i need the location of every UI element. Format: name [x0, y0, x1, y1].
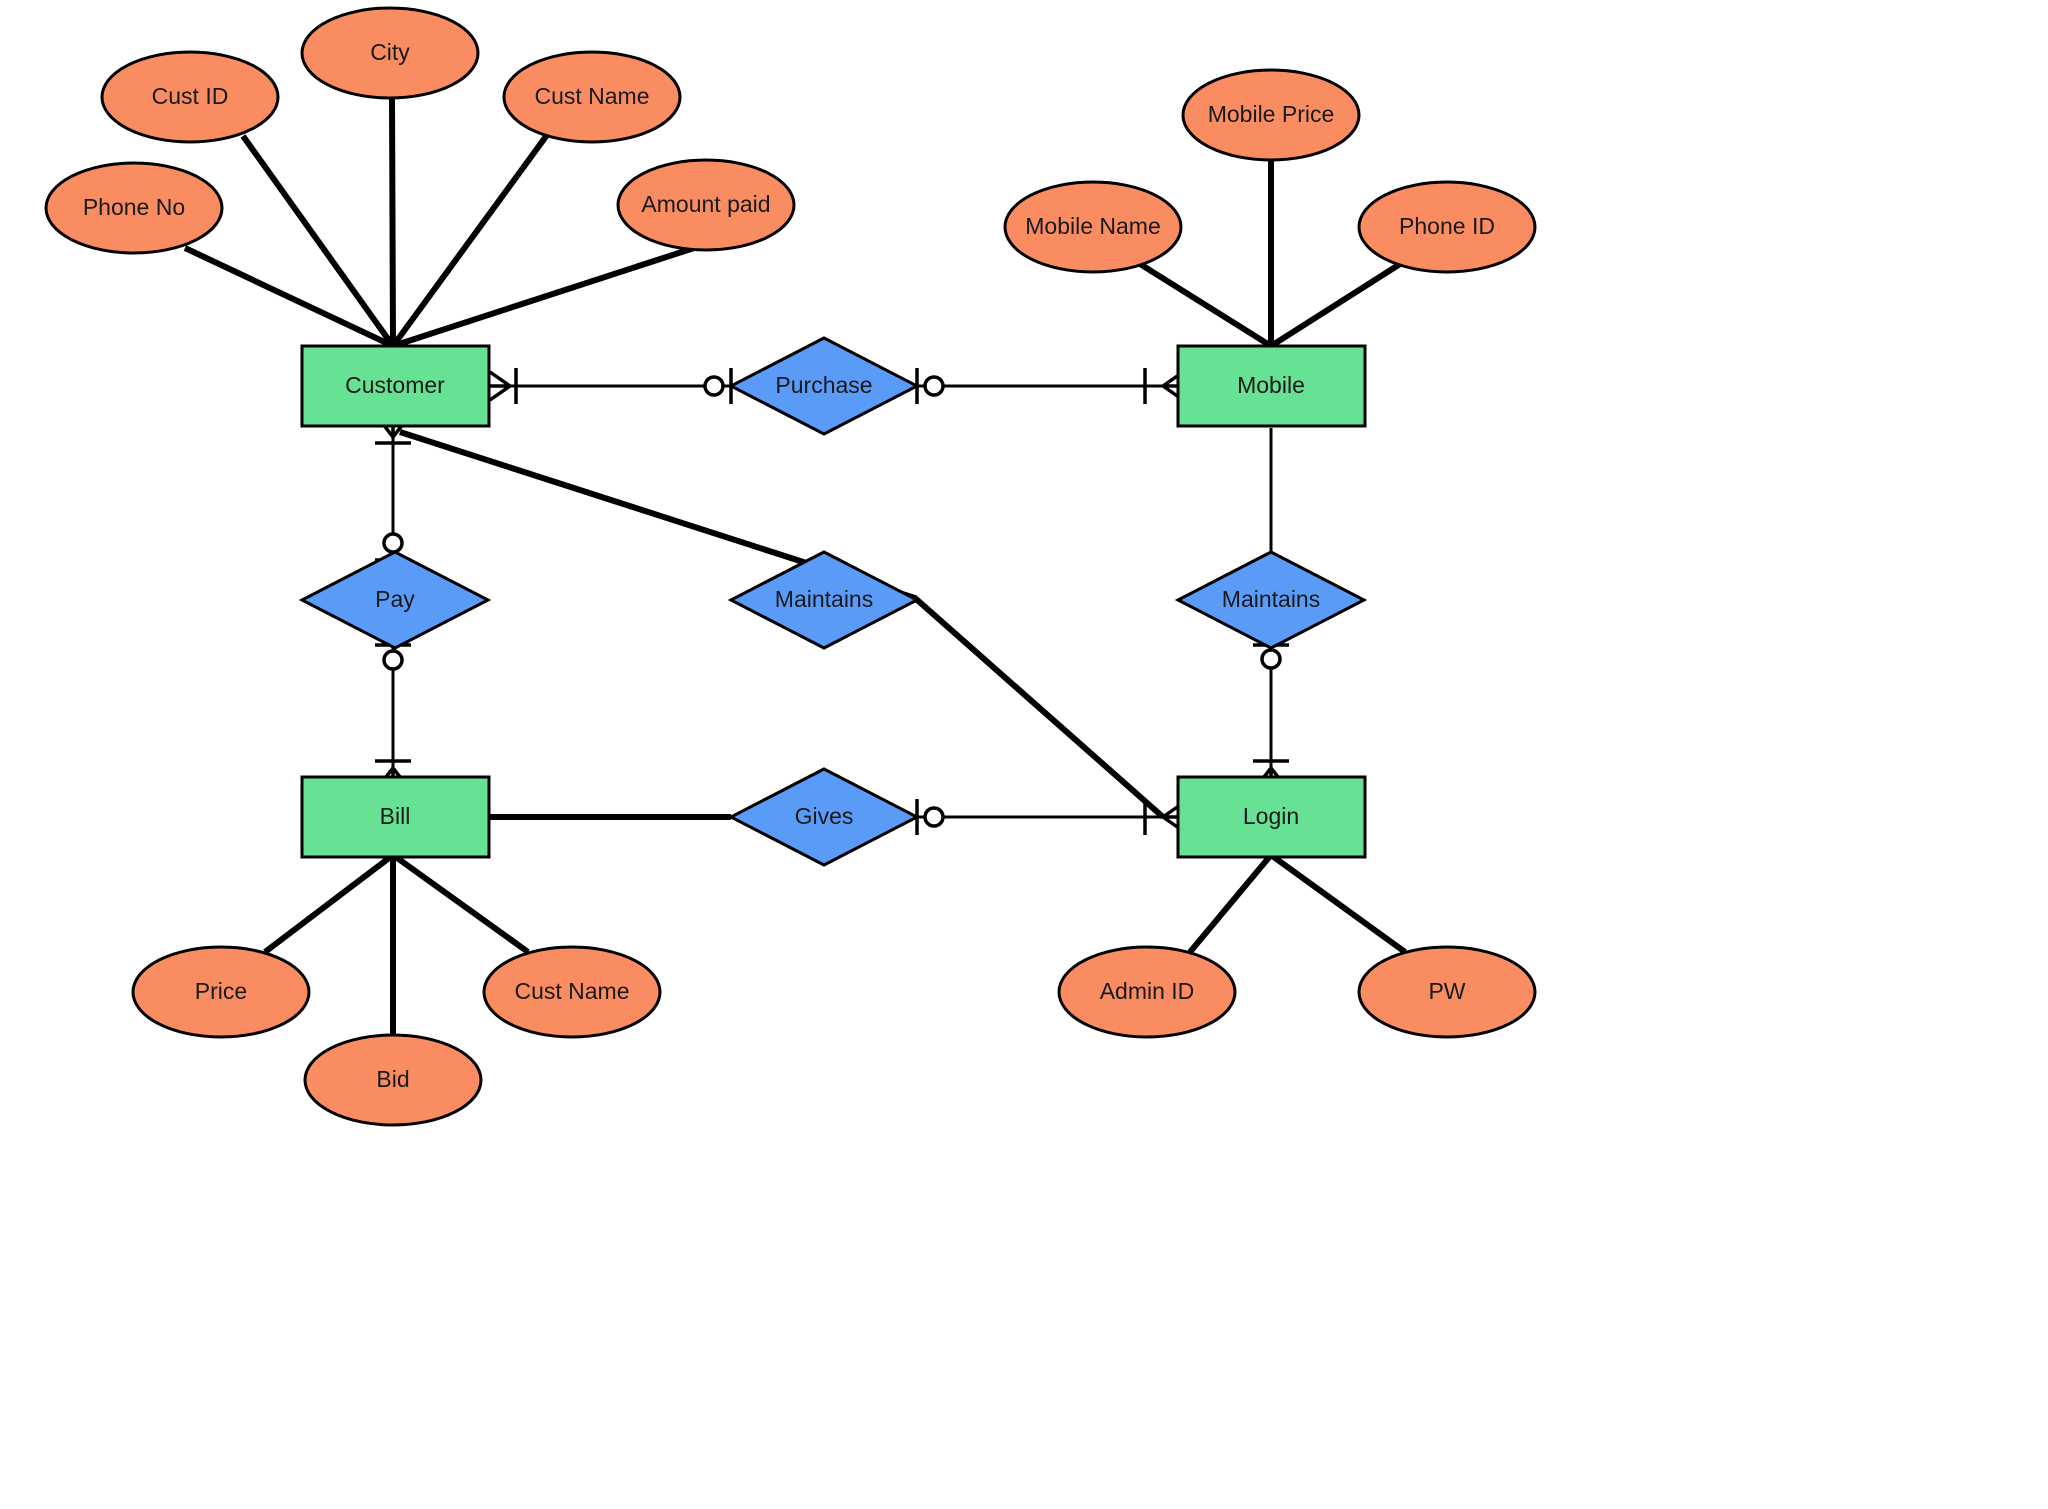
entity-login[interactable]: Login [1176, 775, 1367, 859]
edge-phone-id-mobile [1269, 261, 1402, 349]
edge-city-customer [389, 97, 396, 347]
edge-mobile-name-mobile [1138, 261, 1273, 349]
edge-phone-no-customer [183, 245, 395, 349]
edge-pw-login [1269, 852, 1407, 955]
edge-bill-cust-name-bill [391, 852, 530, 955]
entity-mobile[interactable]: Mobile [1176, 344, 1367, 428]
attribute-mobile-name[interactable]: Mobile Name [1003, 180, 1183, 274]
er-diagram-canvas: Cust ID City Cust Name Phone No Amount p… [0, 0, 2048, 1509]
edge-admin-id-login [1187, 853, 1274, 954]
attribute-phone-no[interactable]: Phone No [44, 161, 224, 255]
attribute-phone-id[interactable]: Phone ID [1357, 180, 1537, 274]
attribute-bill-cust-name[interactable]: Cust Name [482, 945, 662, 1039]
relationship-maintains-customer-login[interactable]: Maintains [727, 550, 921, 650]
relationship-gives[interactable]: Gives [727, 767, 921, 867]
relationship-purchase[interactable]: Purchase [727, 336, 921, 436]
entity-bill[interactable]: Bill [300, 775, 491, 859]
attribute-pw[interactable]: PW [1357, 945, 1537, 1039]
attribute-mobile-price[interactable]: Mobile Price [1181, 68, 1361, 162]
attribute-cust-id[interactable]: Cust ID [100, 50, 280, 144]
attribute-bid[interactable]: Bid [303, 1033, 483, 1127]
attribute-city[interactable]: City [300, 6, 480, 100]
attribute-cust-name[interactable]: Cust Name [502, 50, 682, 144]
entity-customer[interactable]: Customer [300, 344, 491, 428]
attribute-amount-paid[interactable]: Amount paid [616, 158, 796, 252]
attribute-price[interactable]: Price [131, 945, 311, 1039]
relationship-maintains-mobile-login[interactable]: Maintains [1174, 550, 1368, 650]
relationship-pay[interactable]: Pay [298, 550, 492, 650]
edge-cust-name-customer [390, 133, 550, 348]
edge-cust-id-customer [240, 134, 396, 348]
attribute-admin-id[interactable]: Admin ID [1057, 945, 1237, 1039]
edge-price-bill [263, 852, 395, 955]
edge-amount-paid-customer [392, 245, 695, 349]
